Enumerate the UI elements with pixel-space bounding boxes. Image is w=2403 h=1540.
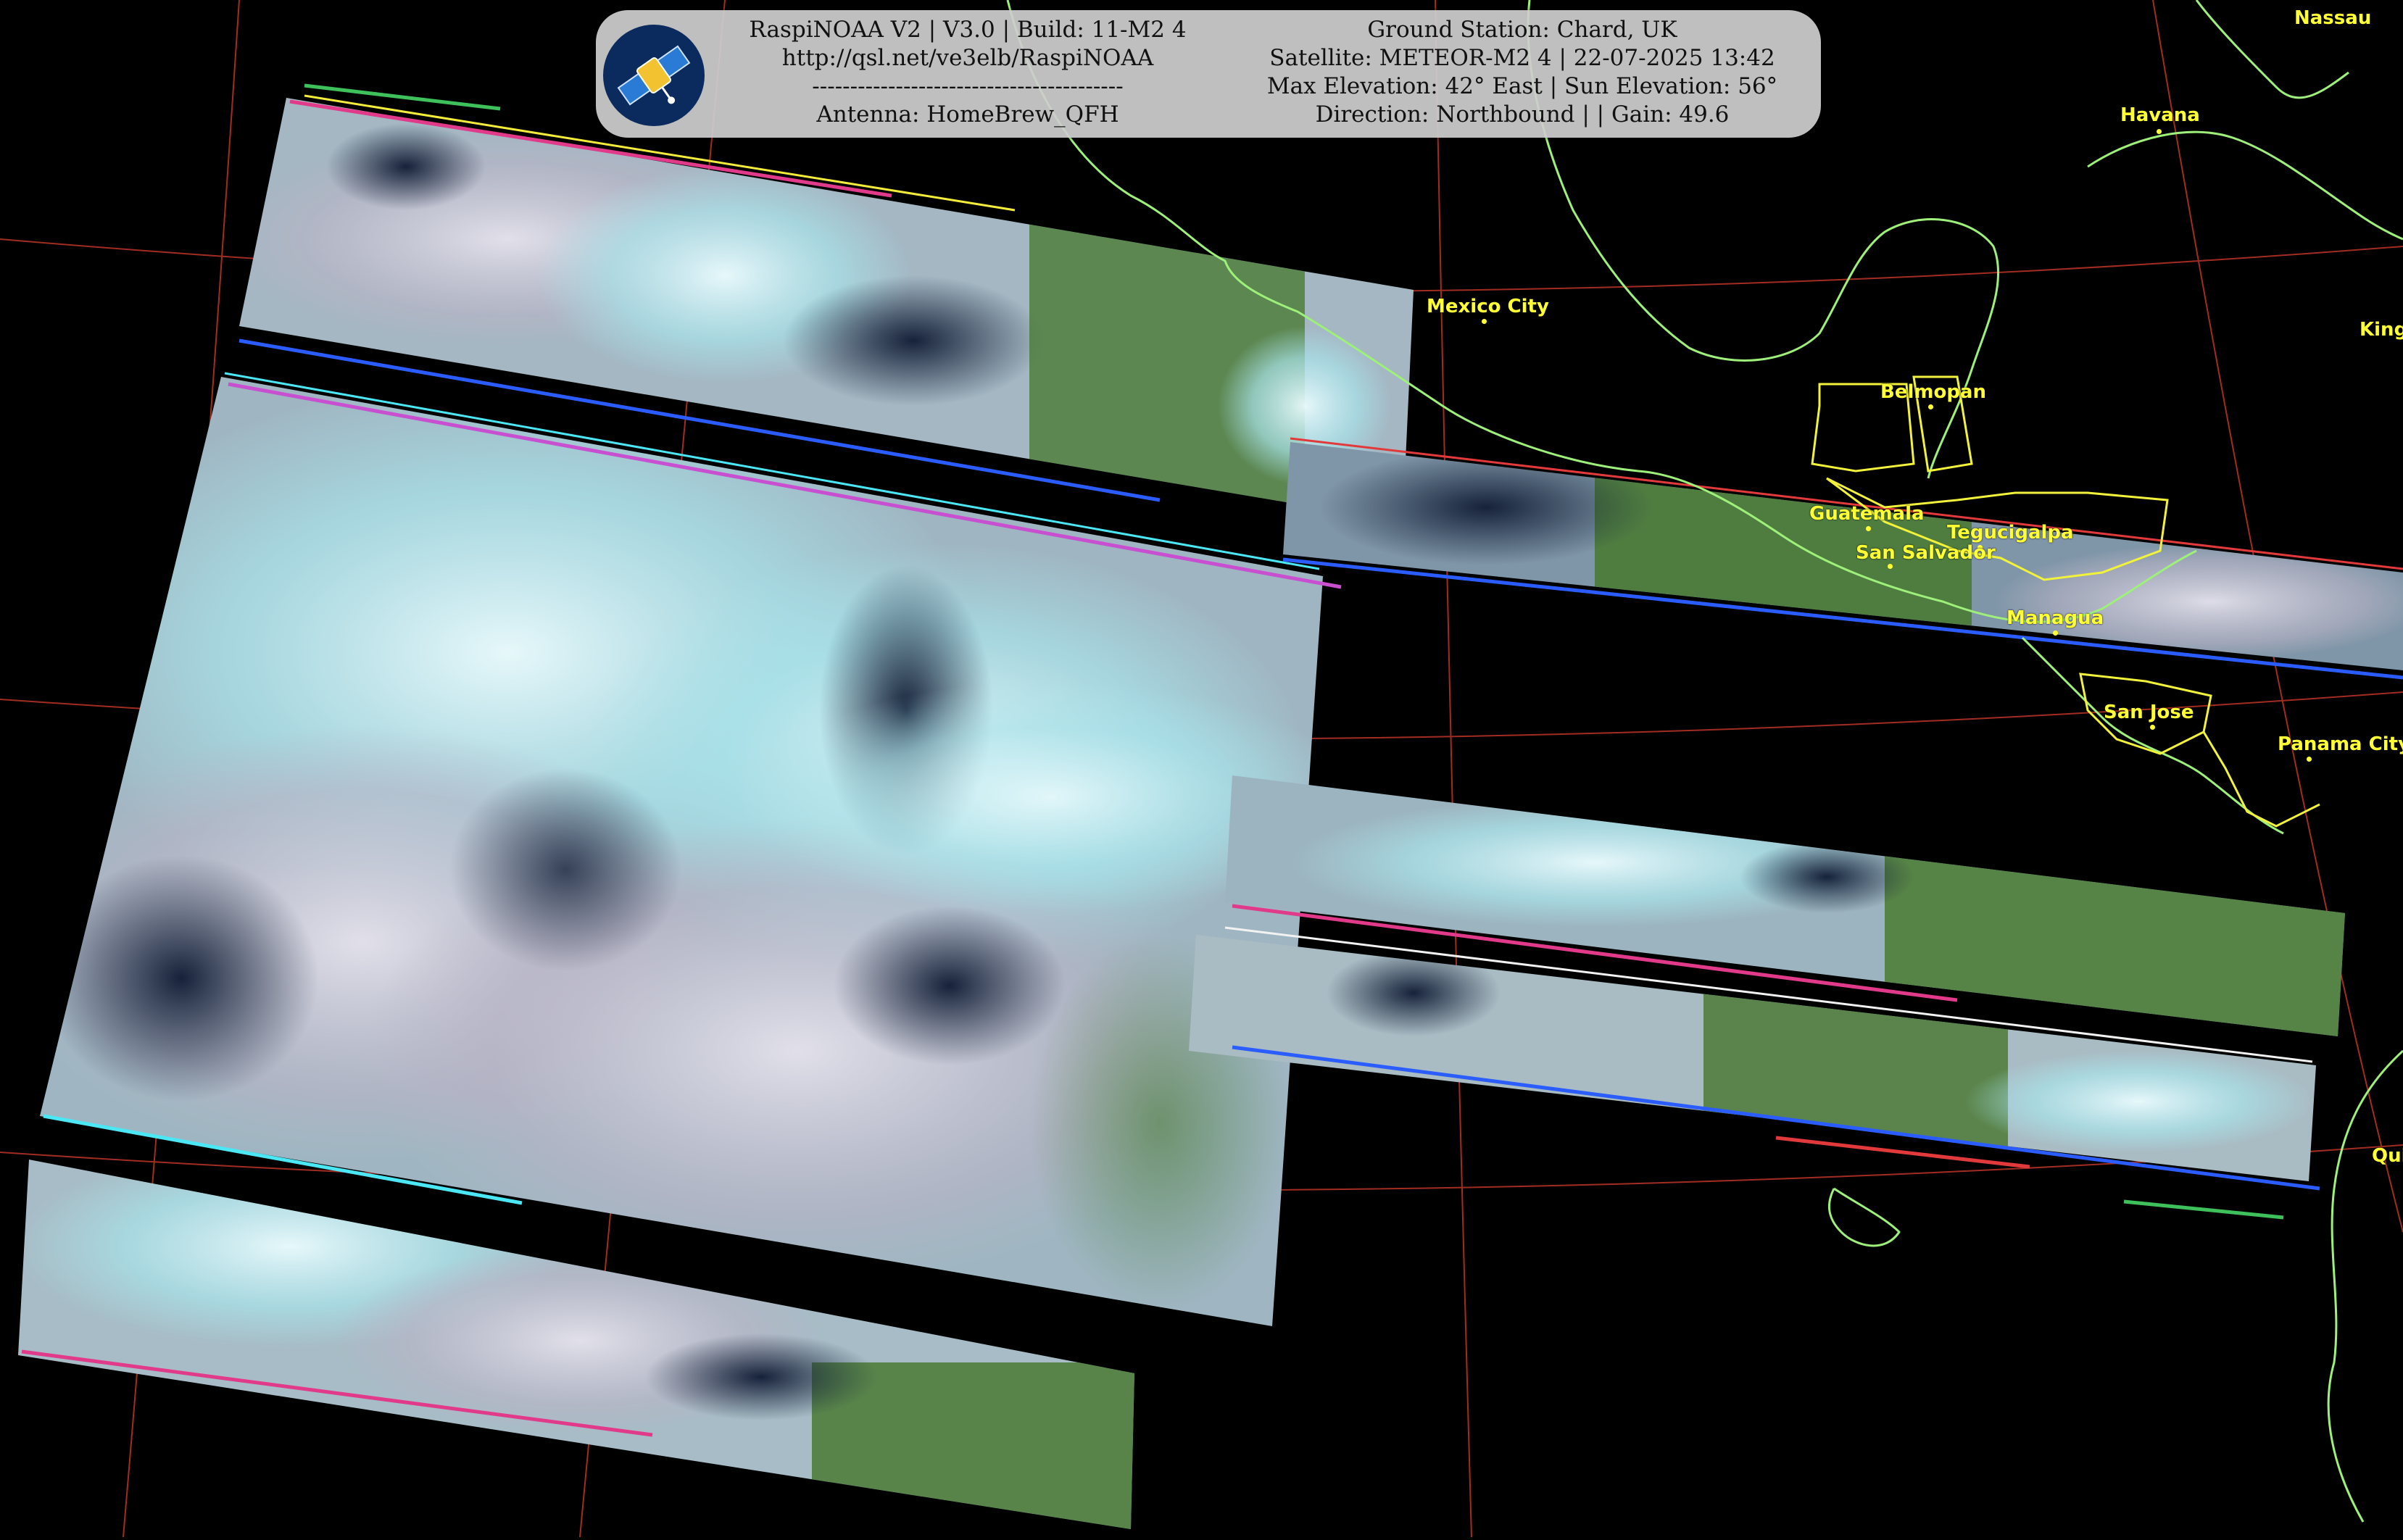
city-label-qui: Qui: [2372, 1145, 2403, 1167]
city-dot-guatemala: [1866, 526, 1871, 531]
city-dot-panama-city: [2307, 757, 2312, 762]
city-label-managua: Managua: [2006, 607, 2104, 629]
info-right-block: Ground Station: Chard, UK Satellite: MET…: [1232, 16, 1812, 129]
info-url: http://qsl.net/ve3elb/RaspiNOAA: [781, 45, 1154, 71]
city-label-guatemala: Guatemala: [1809, 503, 1925, 525]
city-label-mexico-city: Mexico City: [1427, 296, 1549, 317]
city-label-havana: Havana: [2120, 104, 2200, 126]
info-ground-station: Ground Station: Chard, UK: [1367, 17, 1677, 43]
info-app-version: RaspiNOAA V2 | V3.0 | Build: 11-M2 4: [749, 17, 1187, 43]
info-satellite: Satellite: METEOR-M2 4 | 22-07-2025 13:4…: [1269, 45, 1775, 71]
info-elevation: Max Elevation: 42° East | Sun Elevation:…: [1266, 73, 1778, 99]
city-label-tegucigalpa: Tegucigalpa: [1947, 522, 2074, 544]
city-dot-managua: [2053, 630, 2058, 636]
city-label-panama-city: Panama City: [2278, 733, 2403, 755]
city-label-san-jose: San Jose: [2104, 702, 2194, 723]
city-dot-havana: [2157, 129, 2162, 134]
city-dot-mexico-city: [1482, 319, 1487, 324]
satellite-icon-graphic: [606, 28, 702, 123]
info-divider: ----------------------------------------…: [812, 73, 1124, 99]
satellite-icon: [603, 25, 705, 126]
city-label-san-salvador: San Salvador: [1856, 542, 1996, 564]
city-dot-san-salvador: [1888, 564, 1893, 569]
satellite-image: RaspiNOAA V2 | V3.0 | Build: 11-M2 4 htt…: [0, 0, 2403, 1538]
satellite-map: [0, 0, 2403, 1538]
info-antenna: Antenna: HomeBrew_QFH: [816, 101, 1119, 128]
info-direction-gain: Direction: Northbound | | Gain: 49.6: [1315, 101, 1730, 128]
city-label-king: King: [2360, 319, 2403, 341]
city-dot-san-jose: [2150, 725, 2155, 730]
info-left-block: RaspiNOAA V2 | V3.0 | Build: 11-M2 4 htt…: [718, 16, 1218, 129]
swath-strip-1: [1283, 442, 2403, 670]
city-dot-belmopan: [1928, 404, 1933, 409]
city-label-belmopan: Belmopan: [1880, 381, 1986, 403]
city-label-nassau: Nassau: [2294, 7, 2372, 29]
